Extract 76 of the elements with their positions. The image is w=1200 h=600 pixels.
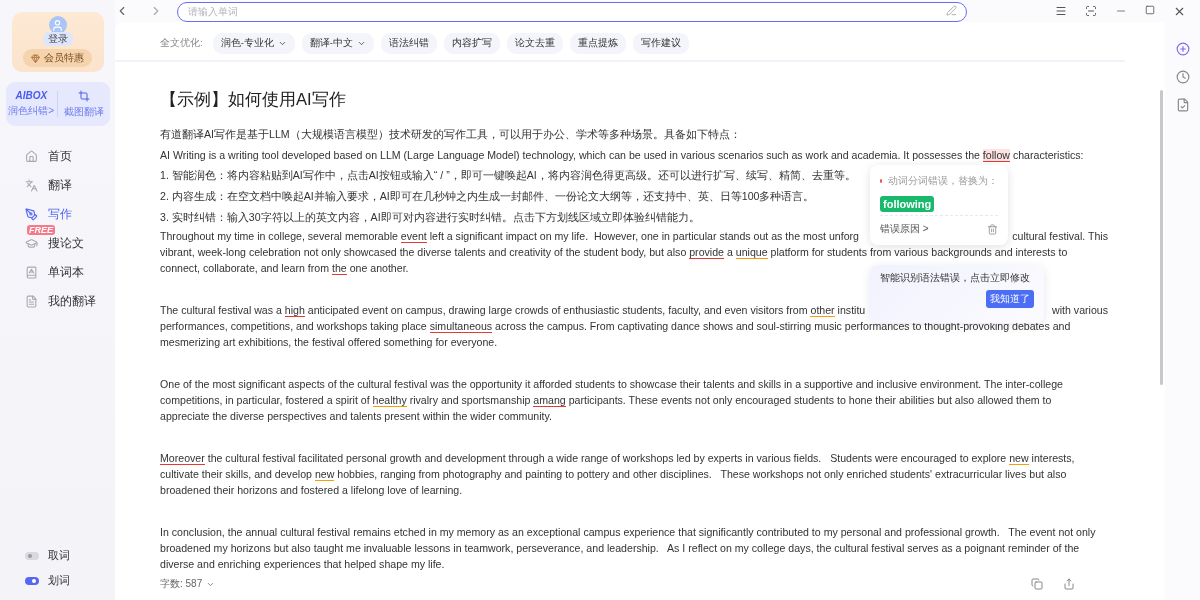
nav-item[interactable]: 我的翻译 [25, 291, 96, 312]
option-chip[interactable]: 重点提炼 [570, 33, 626, 54]
option-chip[interactable]: 润色-专业化 [212, 33, 295, 54]
document-check-button[interactable] [1175, 98, 1190, 112]
delete-button[interactable] [987, 223, 998, 235]
toggle-label: 划词 [48, 573, 70, 588]
caret-icon [277, 39, 287, 48]
toggle-label: 取词 [48, 548, 70, 563]
profile-card[interactable]: 登录 会员特惠 [11, 12, 104, 72]
text-line: performances, competitions, and workshops taking place simultaneous across the campus. From captivating dance shows and soul-stirring music performances to thought-provoking debates and [160, 318, 1071, 334]
text-line: vibrant, week-long celebration not only showcased the diverse talents and creativity of the student body, but also provide a unique platform for students from various backgrounds and interests to [160, 244, 1068, 260]
word-count-button[interactable]: 字数: 587 [160, 577, 216, 591]
error-type-label: 动词分词错误，替换为： [888, 174, 998, 188]
text-line: competitions, in particular, fostered a spirit of healthy rivalry and sportsmanship amang participants. These events not only encouraged students to hone their abilities but also allowed them to [160, 392, 1052, 408]
caret-icon [357, 39, 366, 48]
nav-item[interactable]: 翻译 [25, 175, 72, 196]
nav-item[interactable]: 单词本 [25, 262, 84, 283]
text-line: cultivate their skills, and develop new hobbies, ranging from photography and painting to pottery and other disciplines. These workshops not only enriched students' extracurricular lives but also [160, 466, 1067, 482]
text-line: broadened my horizons but also taught me invaluable lessons in teamwork, perseverance, and leadership. As I reflect on my college days, the cultural festival serves as a poignant reminder of the [160, 540, 1080, 556]
text-line: One of the most significant aspects of the cultural festival was the opportunity it afforded students to showcase their talents and skills in a supportive and inclusive environment. The inter-college [160, 376, 1063, 392]
nav-item[interactable]: 首页 [25, 146, 72, 167]
member-button[interactable]: 会员特惠 [23, 49, 92, 67]
avatar-icon [48, 16, 67, 34]
error-reason-link[interactable]: 错误原因 > [880, 222, 929, 236]
share-button[interactable] [1063, 578, 1075, 590]
scrollbar[interactable] [1160, 90, 1163, 385]
pen-icon [946, 5, 957, 16]
graduation-cap-icon [25, 237, 38, 250]
option-chip[interactable]: 内容扩写 [444, 33, 500, 54]
menu-icon [1055, 4, 1067, 17]
text-line: 2. 内容生成：在空文档中唤起AI并输入要求，AI即可在几秒钟之内生成一封邮件、一份论文大纲等，还支持中、英、日等100多种语言。 [160, 189, 815, 205]
menu-button[interactable] [1055, 4, 1067, 18]
text-line: Throughout my time in college, several memorable event left a significant impact on my life. However, one in particular stands out as the most unforg [160, 228, 859, 244]
toolbar-label: 全文优化: [160, 37, 203, 50]
text-line: Moreover the cultural festival facilitated personal growth and development through a wide range of workshops led by experts in various fields. Students were encouraged to explore new interests, [160, 450, 1075, 466]
book-icon [25, 266, 38, 279]
text-line: 有道翻译AI写作是基于LLM（大规模语言模型）技术研发的写作工具，可以用于办公、学术等多种场景。具备如下特点： [160, 127, 741, 142]
history-button[interactable] [1175, 70, 1190, 84]
option-chip[interactable]: 翻译-中文 [301, 33, 374, 54]
aibox-button[interactable]: AIBOX 润色纠错> [5, 90, 57, 118]
text-line: broadened their horizons and fostered a lifelong love of learning. [160, 482, 463, 498]
text-line: with various [1052, 302, 1108, 318]
translate-icon [25, 179, 38, 192]
got-it-button[interactable]: 我知道了 [986, 290, 1034, 308]
document-icon [25, 295, 38, 308]
toggle-switch[interactable] [25, 576, 39, 585]
frame-icon [1085, 4, 1097, 17]
option-chip[interactable]: 语法纠错 [381, 33, 437, 54]
nav-item[interactable]: 写作 [25, 204, 72, 225]
square-icon [1145, 4, 1155, 15]
copy-button[interactable] [1031, 578, 1043, 590]
option-chip[interactable]: 写作建议 [633, 33, 689, 54]
text-line: 1. 智能润色：将内容粘贴到AI写作中，点击AI按钮或输入“ / ”，即可一键唤起AI，将内容润色得更高级。还可以进行扩写、续写、精简、去重等。 [160, 168, 856, 184]
text-line: AI Writing is a writing tool developed based on LLM (Large Language Model) technology, which can be used in various scenarios such as work and academia. It possesses the follow characteristics: [160, 147, 1084, 164]
pen-icon [25, 208, 38, 221]
login-label[interactable]: 登录 [42, 32, 73, 46]
search-field[interactable]: 请输入单词 [177, 1, 967, 22]
text-line: mesmerizing art exhibitions, the festival offered something for everyone. [160, 334, 498, 350]
add-button[interactable] [1175, 42, 1190, 56]
text-line: diverse and enriching experiences that helped shape my life. [160, 556, 445, 572]
nav-item[interactable]: 搜论文 [25, 233, 84, 254]
text-line: appreciate the diverse perspectives and talents present within the wider community. [160, 408, 552, 424]
text-line: 3. 实时纠错：输入30字符以上的英文内容，AI即可对内容进行实时纠错。点击下方划线区域立即体验纠错能力。 [160, 209, 700, 225]
document-title: 【示例】如何使用AI写作 [160, 89, 347, 110]
toggle-switch[interactable] [25, 551, 39, 560]
restore-button[interactable] [1085, 4, 1097, 18]
gem-icon [31, 53, 40, 63]
text-line: cultural festival. This [1012, 228, 1108, 244]
crop-icon [77, 89, 90, 102]
text-line: connect, collaborate, and learn from the one another. [160, 260, 409, 276]
text-line: The cultural festival was a high anticipated event on campus, drawing large crowds of enthusiastic students, faculty, and even visitors from other institu [160, 302, 866, 318]
free-badge: FREE [27, 225, 55, 235]
text-line: In conclusion, the annual cultural festival remains etched in my memory as an exceptional campus experience that significantly contributed to my personal and professional growth. The event not only [160, 524, 1096, 540]
tip-text: 智能识别语法错误，点击立即修改 [880, 271, 1030, 285]
house-icon [25, 150, 38, 163]
option-chip[interactable]: 论文去重 [507, 33, 563, 54]
